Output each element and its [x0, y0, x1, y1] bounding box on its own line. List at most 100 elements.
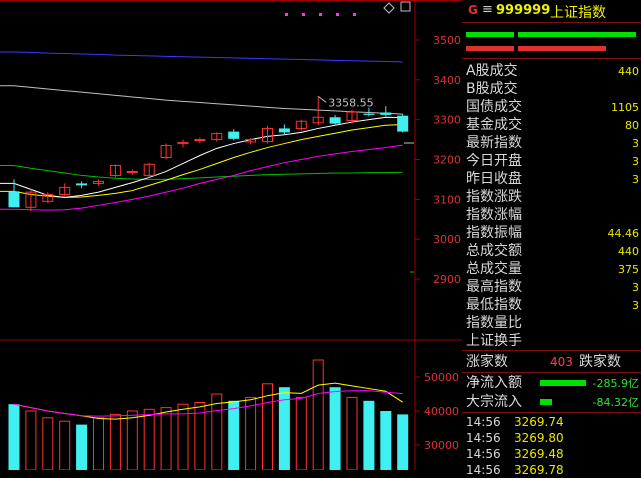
stat-label: B股成交: [466, 81, 518, 97]
candle-body: [278, 128, 290, 133]
stock-code: 999999: [496, 3, 551, 18]
peak-label: 3358.55: [328, 96, 374, 109]
stat-value: 3: [632, 173, 639, 186]
price-tick-label: 3100: [433, 193, 461, 206]
tick-row: 14:56 3269.74: [462, 414, 641, 430]
buy-sell-bar-bottom: [518, 46, 606, 51]
stat-label: 总成交量: [466, 261, 522, 277]
block-inflow-row: 大宗流入 -84.32亿: [462, 393, 641, 412]
tick-time: 14:56: [466, 415, 501, 429]
stat-label: 国债成交: [466, 99, 522, 115]
menu-icon[interactable]: ≡: [482, 2, 493, 17]
stat-value: 375: [618, 263, 639, 276]
quote-panel: G ≡ 999999 上证指数 A股成交 440 B股成交 国债成交 1105 基金成交 8…: [462, 0, 641, 477]
volume-ma5-line: [13, 382, 403, 420]
volume-bar: [363, 400, 375, 470]
stat-value: 3: [632, 299, 639, 312]
tick-price: 3269.48: [514, 447, 564, 461]
volume-bar: [8, 404, 20, 470]
stat-label: 指数涨跌: [466, 189, 522, 205]
stat-row: B股成交: [462, 80, 641, 99]
divider: [462, 372, 641, 373]
stat-row: 昨日收盘 3: [462, 170, 641, 189]
kline-chart[interactable]: 3500 3400 3300 3200 3100 3000 2900 50000 40000 30…: [0, 0, 462, 470]
ma250-line: [0, 51, 403, 63]
stat-row: 最新指数 3: [462, 134, 641, 153]
tick-time: 14:56: [466, 431, 501, 445]
stat-row: 指数涨幅: [462, 206, 641, 225]
volume-tick-label: 40000: [424, 405, 459, 418]
volume-bar: [59, 420, 71, 470]
price-tick-label: 3000: [433, 233, 461, 246]
stat-value: 440: [618, 245, 639, 258]
stat-label: 基金成交: [466, 117, 522, 133]
g-icon[interactable]: G: [468, 3, 478, 17]
tick-price: 3269.74: [514, 415, 564, 429]
stat-label: 最新指数: [466, 135, 522, 151]
stat-row: 国债成交 1105: [462, 98, 641, 117]
candle-body: [194, 139, 206, 142]
volume-bar: [126, 410, 138, 470]
buy-sell-bar-top: [466, 32, 514, 37]
candle-body: [363, 113, 375, 115]
price-tick-label: 3400: [433, 74, 461, 87]
stat-label: 昨日收盘: [466, 171, 522, 187]
volume-bar: [211, 393, 223, 470]
stat-value: 3: [632, 155, 639, 168]
tick-row: 14:56 3269.48: [462, 446, 641, 462]
volume-bar: [397, 414, 409, 470]
stat-row: 今日开盘 3: [462, 152, 641, 171]
volume-bar: [228, 400, 240, 470]
volume-bar: [109, 413, 121, 470]
volume-bar: [245, 396, 257, 470]
buy-sell-bar-top: [518, 32, 636, 37]
ma5-line: [0, 116, 403, 198]
tick-time: 14:56: [466, 447, 501, 461]
stat-row: 最高指数 3: [462, 278, 641, 297]
volume-bar: [143, 408, 155, 470]
stat-label: 总成交额: [466, 243, 522, 259]
volume-bar: [329, 387, 341, 470]
volume-bar: [380, 411, 392, 470]
net-inflow-label: 净流入额: [466, 375, 522, 391]
candle-body: [397, 115, 409, 132]
net-inflow-value: -285.9亿: [592, 377, 639, 390]
stat-row: 指数振幅 44.46: [462, 224, 641, 243]
stat-row: 总成交量 375: [462, 260, 641, 279]
tick-price: 3269.78: [514, 463, 564, 477]
stat-row: 指数量比: [462, 314, 641, 333]
advance-decline-row: 涨家数 403 跌家数: [462, 352, 641, 372]
stat-label: A股成交: [466, 63, 518, 79]
quote-header: G ≡ 999999 上证指数: [462, 0, 641, 23]
volume-bar: [25, 410, 37, 470]
candle-body: [8, 191, 20, 208]
block-inflow-label: 大宗流入: [466, 394, 522, 410]
stat-value: 44.46: [607, 227, 640, 240]
ma10-line: [0, 123, 403, 198]
stat-row: A股成交 440: [462, 62, 641, 81]
stat-value: 3: [632, 137, 639, 150]
divider: [462, 58, 641, 59]
net-inflow-bar: [540, 380, 586, 386]
volume-bar: [312, 359, 324, 470]
candle-body: [329, 117, 341, 124]
up-count-label: 涨家数: [466, 354, 508, 370]
indicator-dot: [285, 13, 288, 16]
volume-bar: [42, 417, 54, 470]
net-inflow-row: 净流入额 -285.9亿: [462, 374, 641, 393]
volume-bar: [295, 396, 307, 470]
indicator-dot: [336, 13, 339, 16]
candle-body: [126, 170, 138, 173]
volume-bar: [76, 424, 88, 470]
tick-row: 14:56 3269.80: [462, 430, 641, 446]
stat-row: 基金成交 80: [462, 116, 641, 135]
volume-tick-label: 50000: [424, 371, 459, 384]
volume-bar: [346, 396, 358, 470]
tick-price: 3269.80: [514, 431, 564, 445]
candle-body: [228, 131, 240, 139]
peak-marker-line: [317, 95, 327, 103]
stat-label: 上证换手: [466, 333, 522, 349]
candle-body: [76, 183, 88, 186]
up-count-value: 403: [550, 355, 573, 369]
block-inflow-value: -84.32亿: [592, 396, 639, 409]
